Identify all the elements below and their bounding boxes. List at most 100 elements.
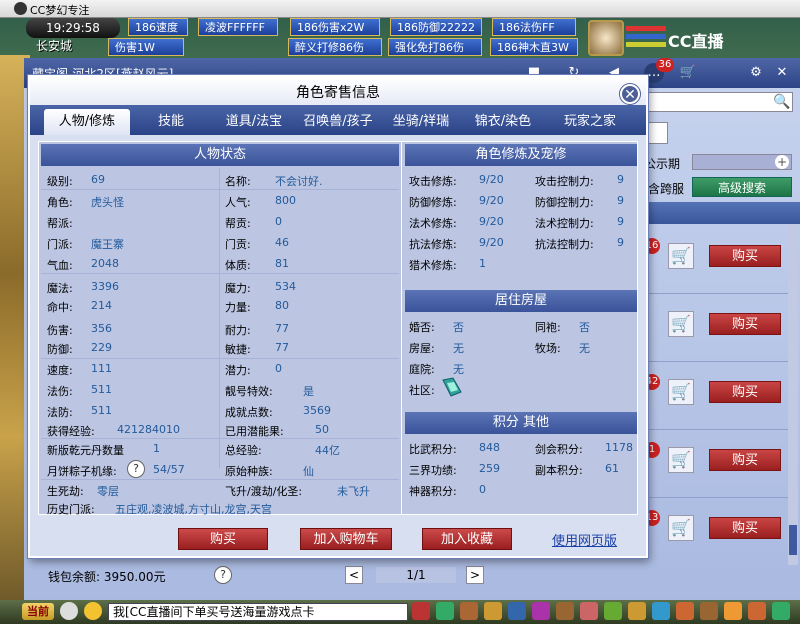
buy-button[interactable]: 购买	[178, 528, 268, 550]
wallet-value: 3950.00元	[103, 570, 166, 584]
tab-mounts[interactable]: 坐骑/祥瑞	[386, 109, 456, 135]
stat-value: 是	[303, 385, 314, 398]
cc-live-logo: CC直播	[668, 32, 724, 51]
stat-value: 511	[91, 383, 112, 396]
row-divider	[41, 358, 399, 359]
cart-icon[interactable]: 🛒	[668, 243, 694, 269]
buy-button[interactable]: 购买	[709, 381, 781, 403]
channel-current-button[interactable]: 当前	[22, 603, 54, 620]
settings-icon[interactable]: ⚙	[746, 63, 766, 83]
filter-input[interactable]	[648, 122, 668, 144]
toolbar-icon[interactable]	[460, 602, 478, 620]
cultivation-value: 9/20	[479, 194, 504, 207]
points-label: 比武积分:	[409, 443, 457, 456]
tab-home[interactable]: 玩家之家	[550, 109, 630, 135]
buy-button[interactable]: 购买	[709, 313, 781, 335]
announce-dropdown[interactable]: +	[692, 154, 792, 170]
toolbar-icon[interactable]	[580, 602, 598, 620]
toolbar-icon[interactable]	[676, 602, 694, 620]
toolbar-icon[interactable]	[532, 602, 550, 620]
row-divider	[648, 497, 788, 498]
stat-label: 人气:	[225, 196, 251, 209]
stat-label: 伤害:	[47, 324, 73, 337]
toolbar-icon[interactable]	[556, 602, 574, 620]
buy-button[interactable]: 购买	[709, 449, 781, 471]
scrollbar-thumb[interactable]	[789, 525, 797, 555]
tab-pets[interactable]: 召唤兽/孩子	[296, 109, 380, 135]
toolbar-icon[interactable]	[508, 602, 526, 620]
tab-items[interactable]: 道具/法宝	[216, 109, 292, 135]
close-icon[interactable]: ✕	[772, 63, 792, 83]
stat-value: 0	[275, 215, 282, 228]
help-icon[interactable]: ?	[214, 566, 232, 584]
buy-button[interactable]: 购买	[709, 517, 781, 539]
house-value: 无	[453, 342, 464, 355]
cart-icon[interactable]: 🛒	[668, 379, 694, 405]
role-sale-dialog: 角色寄售信息 ✕ 人物/修炼 技能 道具/法宝 召唤兽/孩子 坐骑/祥瑞 锦衣/…	[28, 75, 648, 558]
next-page-button[interactable]: >	[466, 566, 484, 584]
control-label: 防御控制力:	[535, 196, 594, 209]
status-section-header: 人物状态	[41, 144, 399, 166]
toolbar-icon[interactable]	[724, 602, 742, 620]
stat-label: 敏捷:	[225, 343, 251, 356]
search-icon[interactable]: 🔍	[773, 94, 790, 110]
tab-skills[interactable]: 技能	[136, 109, 206, 135]
use-web-version-link[interactable]: 使用网页版	[552, 530, 617, 549]
announce-label: 公示期	[644, 157, 681, 171]
dialog-titlebar: 角色寄售信息	[30, 77, 646, 105]
tab-character[interactable]: 人物/修炼	[44, 109, 130, 135]
community-icon[interactable]	[439, 374, 465, 400]
history-value: 五庄观,凌波城,方寸山,龙宫,天宫	[115, 503, 272, 516]
points-label: 剑会积分:	[535, 443, 583, 456]
buff-label: 186神木直3W	[490, 38, 578, 56]
toolbar-icon[interactable]	[748, 602, 766, 620]
buff-label: 186法伤FF	[492, 18, 576, 36]
toolbar-icon[interactable]	[652, 602, 670, 620]
add-to-cart-button[interactable]: 加入购物车	[300, 528, 392, 550]
cart-icon[interactable]: 🛒	[668, 515, 694, 541]
toolbar-icon[interactable]	[604, 602, 622, 620]
wallet-label: 钱包余额:	[48, 570, 101, 584]
toolbar-icon[interactable]	[700, 602, 718, 620]
house-label: 婚否:	[409, 321, 435, 334]
list-scrollbar[interactable]	[788, 225, 798, 565]
stat-label: 力量:	[225, 301, 251, 314]
control-label: 攻击控制力:	[535, 175, 594, 188]
qianyuan-value: 1	[153, 442, 160, 455]
mic-icon[interactable]	[60, 602, 78, 620]
cart-icon[interactable]: 🛒	[668, 311, 694, 337]
points-label: 三界功绩:	[409, 464, 457, 477]
history-label: 历史门派:	[47, 503, 95, 516]
stat-label: 成就点数:	[225, 406, 273, 419]
search-input[interactable]: 🔍	[648, 92, 793, 112]
stat-value: 69	[91, 173, 105, 186]
add-to-favorites-button[interactable]: 加入收藏	[422, 528, 512, 550]
cultivation-label: 抗法修炼:	[409, 238, 457, 251]
points-value: 848	[479, 441, 500, 454]
help-icon[interactable]: ?	[127, 460, 145, 478]
tab-outfits[interactable]: 锦衣/染色	[466, 109, 540, 135]
cart-icon[interactable]: 🛒	[668, 447, 694, 473]
player-avatar[interactable]	[588, 20, 624, 56]
toolbar-icon[interactable]	[484, 602, 502, 620]
page-indicator: 1/1	[376, 567, 456, 583]
toolbar-icon[interactable]	[436, 602, 454, 620]
emoji-icon[interactable]	[84, 602, 102, 620]
advanced-search-button[interactable]: 高级搜索	[692, 177, 792, 197]
close-button[interactable]: ✕	[620, 84, 640, 104]
control-value: 9	[617, 236, 624, 249]
buy-button[interactable]: 购买	[709, 245, 781, 267]
prev-page-button[interactable]: <	[345, 566, 363, 584]
toolbar-icon[interactable]	[772, 602, 790, 620]
points-value: 61	[605, 462, 619, 475]
window-titlebar: CC梦幻专注	[0, 0, 800, 18]
toolbar-icon[interactable]	[412, 602, 430, 620]
cart-icon[interactable]: 🛒	[678, 63, 698, 83]
life-label: 生死劫:	[47, 485, 84, 498]
mooncake-label: 月饼粽子机缘:	[47, 465, 117, 478]
chat-input[interactable]: 我[CC直播间下单买号送海量游戏点卡	[108, 603, 408, 621]
toolbar-icon[interactable]	[628, 602, 646, 620]
stat-value: 0	[275, 362, 282, 375]
add-icon[interactable]: +	[775, 155, 789, 169]
stat-label: 帮派:	[47, 217, 73, 230]
